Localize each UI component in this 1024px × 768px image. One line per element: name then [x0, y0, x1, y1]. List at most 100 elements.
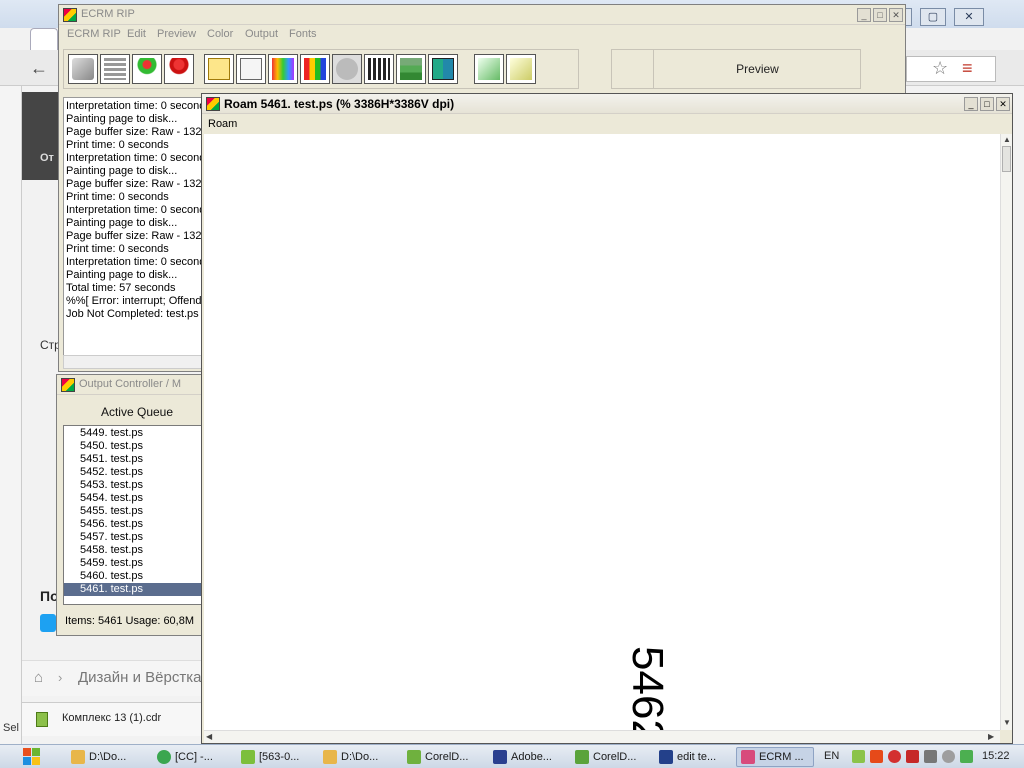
- scroll-left-icon[interactable]: ◀: [206, 732, 212, 741]
- color-rainbow-icon[interactable]: [268, 54, 298, 84]
- ecrm-menu-bar: ECRM RIP Edit Preview Color Output Fonts: [59, 25, 905, 45]
- output-arrow-icon[interactable]: [474, 54, 504, 84]
- taskbar-item-photoshop[interactable]: Adobe...: [488, 747, 568, 767]
- grid-layout-icon[interactable]: [428, 54, 458, 84]
- bookmark-star-icon[interactable]: ☆: [932, 58, 948, 79]
- taskbar-item-coreldraw-2[interactable]: CorelD...: [570, 747, 652, 767]
- log-line: Page buffer size: Raw - 132,: [66, 178, 203, 190]
- print-file-icon[interactable]: [68, 54, 98, 84]
- menu-edit[interactable]: Edit: [127, 28, 146, 40]
- queue-item[interactable]: 5452. test.ps: [64, 466, 202, 479]
- ecrm-title-bar[interactable]: ECRM RIP _ □ ✕: [59, 5, 905, 25]
- download-filename[interactable]: Комплекс 13 (1).cdr: [62, 712, 161, 724]
- stack-layers-icon[interactable]: [396, 54, 426, 84]
- clock[interactable]: 15:22: [982, 750, 1010, 762]
- queue-item[interactable]: 5453. test.ps: [64, 479, 202, 492]
- tray-update-icon[interactable]: [906, 750, 919, 763]
- queue-item[interactable]: 5450. test.ps: [64, 440, 202, 453]
- queue-item[interactable]: 5454. test.ps: [64, 492, 202, 505]
- site-nav-label[interactable]: От: [40, 152, 54, 164]
- scroll-thumb[interactable]: [1002, 146, 1011, 172]
- roam-horizontal-scrollbar[interactable]: ◀ ▶: [204, 730, 1000, 743]
- chrome-icon: [157, 750, 171, 764]
- queue-item[interactable]: 5455. test.ps: [64, 505, 202, 518]
- tray-network-icon[interactable]: [942, 750, 955, 763]
- queue-item-selected[interactable]: 5461. test.ps: [64, 583, 202, 596]
- color-bars-icon[interactable]: [300, 54, 330, 84]
- output-controller-window: Output Controller / M Active Queue 5449.…: [56, 374, 206, 636]
- browser-close-button[interactable]: ✕: [954, 8, 984, 26]
- taskbar-item-ecrm[interactable]: ECRM ...: [736, 747, 814, 767]
- roam-vertical-scrollbar[interactable]: ▲ ▼: [1000, 134, 1012, 730]
- print-queue-icon[interactable]: [100, 54, 130, 84]
- start-job-icon[interactable]: [132, 54, 162, 84]
- ecrm-close-button[interactable]: ✕: [889, 8, 903, 22]
- ecrm-app-icon: [63, 8, 77, 22]
- menu-output[interactable]: Output: [245, 28, 278, 40]
- export-arrow-icon[interactable]: [506, 54, 536, 84]
- queue-item[interactable]: 5457. test.ps: [64, 531, 202, 544]
- ecrm-icon: [741, 750, 755, 764]
- windows-start-icon[interactable]: [22, 747, 42, 766]
- menu-fonts[interactable]: Fonts: [289, 28, 317, 40]
- preview-label[interactable]: Preview: [653, 49, 861, 89]
- tray-antivirus-icon[interactable]: [888, 750, 901, 763]
- taskbar-item-chrome[interactable]: [CC] -...: [152, 747, 232, 767]
- home-icon[interactable]: ⌂: [34, 669, 43, 686]
- twitter-icon[interactable]: [40, 614, 56, 632]
- roam-close-button[interactable]: ✕: [996, 97, 1010, 111]
- roam-title-bar[interactable]: Roam 5461. test.ps (% 3386H*3386V dpi) _…: [202, 94, 1012, 114]
- menu-color[interactable]: Color: [207, 28, 233, 40]
- tray-app-icon[interactable]: [852, 750, 865, 763]
- document-icon[interactable]: [204, 54, 234, 84]
- language-indicator[interactable]: EN: [824, 750, 839, 762]
- scroll-right-icon[interactable]: ▶: [988, 732, 994, 741]
- log-line: Painting page to disk...: [66, 269, 178, 281]
- output-controller-app-icon: [61, 378, 75, 392]
- taskbar-item-label: [CC] -...: [175, 751, 213, 763]
- page-preview-canvas[interactable]: 5462: [204, 134, 1000, 744]
- menu-preview[interactable]: Preview: [157, 28, 196, 40]
- queue-item[interactable]: 5451. test.ps: [64, 453, 202, 466]
- taskbar-item-label: D:\Do...: [89, 751, 127, 763]
- ecrm-title: ECRM RIP: [81, 8, 135, 20]
- queue-item[interactable]: 5459. test.ps: [64, 557, 202, 570]
- taskbar-item-editor[interactable]: edit te...: [654, 747, 734, 767]
- roam-minimize-button[interactable]: _: [964, 97, 978, 111]
- active-queue-list[interactable]: 5449. test.ps 5450. test.ps 5451. test.p…: [63, 425, 203, 605]
- volume-icon[interactable]: [924, 750, 937, 763]
- ecrm-maximize-button[interactable]: □: [873, 8, 887, 22]
- taskbar-item-explorer-2[interactable]: D:\Do...: [318, 747, 400, 767]
- taskbar-item-coreldraw-1[interactable]: CorelD...: [402, 747, 484, 767]
- browser-maximize-button[interactable]: ▢: [920, 8, 946, 26]
- tray-safe-remove-icon[interactable]: [960, 750, 973, 763]
- browser-menu-icon[interactable]: ≡: [962, 58, 973, 79]
- queue-item[interactable]: 5456. test.ps: [64, 518, 202, 531]
- output-controller-title-bar[interactable]: Output Controller / M: [57, 375, 205, 395]
- queue-status: Items: 5461 Usage: 60,8M: [65, 615, 195, 627]
- queue-item[interactable]: 5449. test.ps: [64, 427, 202, 440]
- scroll-up-icon[interactable]: ▲: [1003, 135, 1011, 144]
- scroll-down-icon[interactable]: ▼: [1003, 718, 1011, 727]
- menu-roam[interactable]: Roam: [208, 118, 237, 130]
- taskbar-item-spreadsheet[interactable]: [563-0...: [236, 747, 316, 767]
- film-strip-icon[interactable]: [364, 54, 394, 84]
- ecrm-minimize-button[interactable]: _: [857, 8, 871, 22]
- log-horizontal-scrollbar[interactable]: [63, 355, 203, 369]
- back-arrow-icon[interactable]: ←: [30, 58, 48, 79]
- app-left-toolbar: [0, 86, 22, 746]
- queue-item[interactable]: 5460. test.ps: [64, 570, 202, 583]
- roam-app-icon: [206, 97, 220, 111]
- browser-tab[interactable]: [30, 28, 58, 50]
- photoshop-icon: [493, 750, 507, 764]
- log-line: Interpretation time: 0 seconds: [66, 152, 203, 164]
- menu-ecrm-rip[interactable]: ECRM RIP: [67, 28, 121, 40]
- tray-acrobat-icon[interactable]: [870, 750, 883, 763]
- roam-maximize-button[interactable]: □: [980, 97, 994, 111]
- breadcrumb-item[interactable]: Дизайн и Вёрстка: [78, 669, 201, 686]
- page-icon[interactable]: [236, 54, 266, 84]
- queue-item[interactable]: 5458. test.ps: [64, 544, 202, 557]
- taskbar-item-explorer-1[interactable]: D:\Do...: [66, 747, 148, 767]
- address-bar[interactable]: [906, 56, 996, 82]
- stop-job-icon[interactable]: [164, 54, 194, 84]
